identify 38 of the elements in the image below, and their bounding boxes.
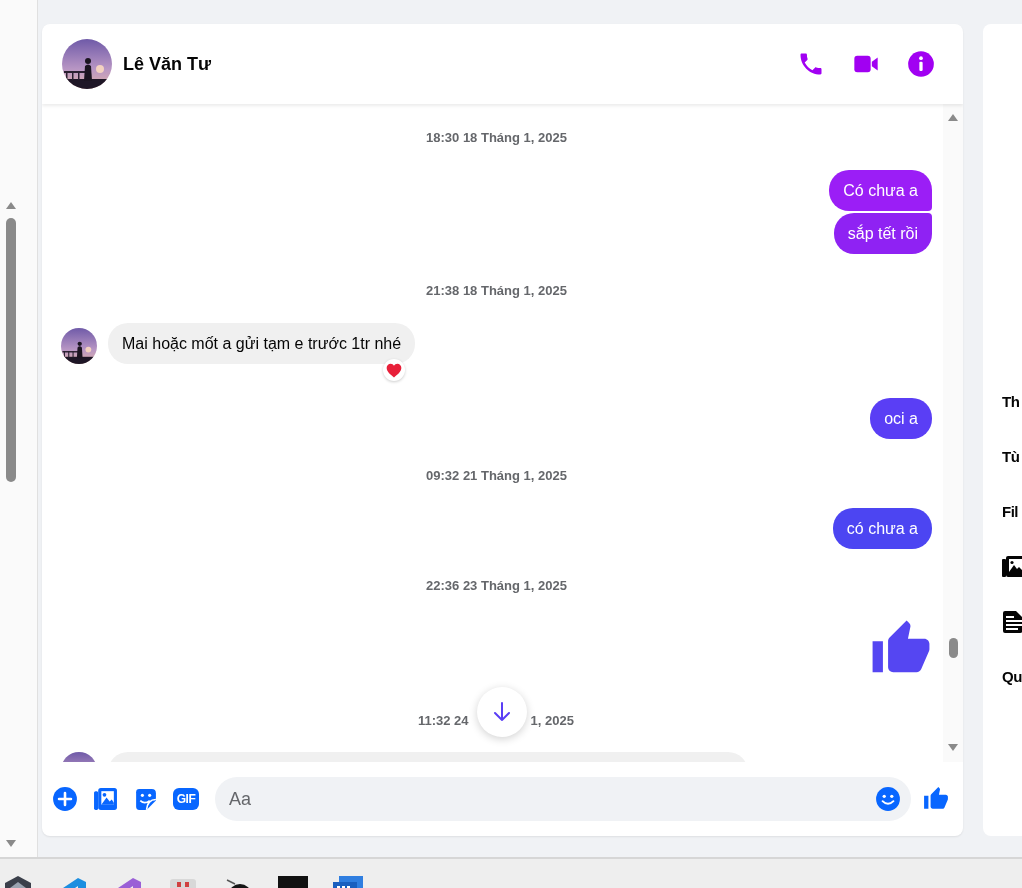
add-button[interactable]	[52, 786, 78, 812]
contact-name: Lê Văn Tư	[123, 53, 213, 75]
smiley-icon	[875, 786, 901, 812]
message-bubble: Có chưa a	[829, 170, 932, 211]
thumbs-up-icon	[923, 786, 949, 812]
timestamp: 09:32 21 Tháng 1, 2025	[426, 467, 567, 485]
menu-item[interactable]: Qu	[1002, 665, 1022, 689]
timestamp: 18:30 18 Tháng 1, 2025	[426, 129, 567, 147]
info-icon	[907, 50, 935, 78]
scroll-down-icon	[948, 744, 958, 751]
timestamp: 22:36 23 Tháng 1, 2025	[426, 577, 567, 595]
scroll-down-icon	[6, 840, 16, 847]
scroll-up-icon	[6, 202, 16, 209]
message-bubble: oci a	[870, 398, 932, 439]
message-input[interactable]: Aa	[215, 777, 911, 821]
scroll-up-icon	[948, 114, 958, 121]
sticker-icon	[133, 786, 158, 812]
emoji-button[interactable]	[875, 786, 901, 812]
menu-item[interactable]: Fil	[1002, 500, 1022, 524]
timestamp: 1, 2025	[530, 712, 574, 730]
arrow-down-icon	[492, 701, 512, 723]
like-button[interactable]	[923, 786, 949, 812]
image-icon	[93, 786, 118, 812]
message-bubble: sắp tết rồi	[833, 213, 932, 254]
menu-item[interactable]: Th	[1002, 390, 1022, 414]
photo-button[interactable]	[93, 786, 118, 812]
plus-icon	[52, 786, 78, 812]
message-bubble: có chưa a	[832, 508, 932, 549]
scrollbar-thumb[interactable]	[6, 218, 16, 482]
gif-button[interactable]: GIF	[173, 788, 199, 810]
timestamp: 11:32 24	[417, 712, 469, 730]
info-button[interactable]	[907, 50, 935, 78]
sticker-button[interactable]	[133, 786, 158, 812]
timestamp: 21:38 18 Tháng 1, 2025	[426, 282, 567, 300]
menu-item[interactable]: Tù	[1002, 445, 1022, 469]
scrollbar[interactable]	[943, 104, 963, 762]
scrollbar-thumb[interactable]	[948, 638, 958, 658]
scroll-to-bottom-button[interactable]	[477, 687, 527, 737]
